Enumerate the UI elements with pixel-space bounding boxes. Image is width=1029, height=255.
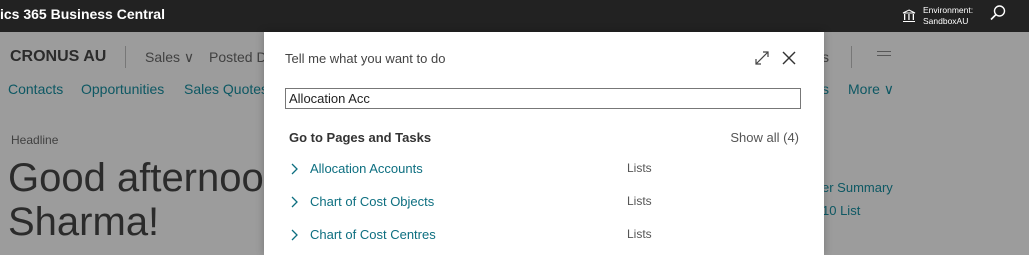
search-result-row[interactable]: Chart of Cost Centres Lists xyxy=(285,225,805,247)
close-icon[interactable] xyxy=(781,50,797,66)
search-input[interactable] xyxy=(285,88,801,109)
result-name[interactable]: Chart of Cost Objects xyxy=(310,194,434,209)
environment-icon xyxy=(902,9,916,22)
chevron-right-icon xyxy=(291,229,298,241)
result-name[interactable]: Chart of Cost Centres xyxy=(310,227,436,242)
result-name[interactable]: Allocation Accounts xyxy=(310,161,423,176)
search-icon[interactable] xyxy=(989,4,1007,22)
expand-icon[interactable] xyxy=(754,50,770,66)
environment-label: Environment: xyxy=(923,5,974,15)
result-category: Lists xyxy=(627,227,652,241)
tell-me-dialog: Tell me what you want to do Go to Pages … xyxy=(264,32,824,255)
dialog-title: Tell me what you want to do xyxy=(285,51,446,66)
environment-indicator[interactable]: Environment: SandboxAU xyxy=(902,0,973,32)
environment-name: SandboxAU xyxy=(923,16,969,26)
top-bar: ics 365 Business Central Environment: Sa… xyxy=(0,0,1029,32)
show-all-link[interactable]: Show all (4) xyxy=(730,130,799,145)
chevron-right-icon xyxy=(291,196,298,208)
section-title: Go to Pages and Tasks xyxy=(289,130,432,145)
chevron-right-icon xyxy=(291,163,298,175)
result-category: Lists xyxy=(627,194,652,208)
search-result-row[interactable]: Chart of Cost Objects Lists xyxy=(285,192,805,214)
result-category: Lists xyxy=(627,161,652,175)
app-title: ics 365 Business Central xyxy=(0,6,165,22)
search-result-row[interactable]: Allocation Accounts Lists xyxy=(285,159,805,181)
